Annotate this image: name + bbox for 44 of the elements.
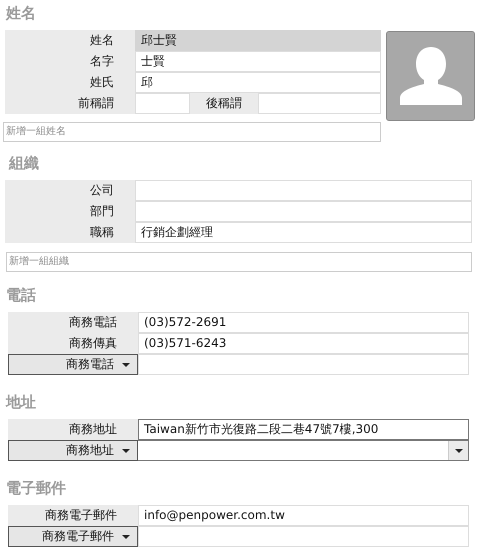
type-dropdown[interactable]: 商務地址 [8,440,138,461]
text-field[interactable] [135,201,472,222]
field-label: 職稱 [5,222,135,243]
section-title: 電話 [6,285,37,306]
text-field[interactable] [138,354,469,375]
add-field[interactable]: 新增一組姓名 [3,122,381,142]
text-field[interactable]: 士賢 [135,51,381,72]
text-field[interactable] [135,93,190,114]
field-label: 前稱謂 [5,93,135,114]
caret-icon [122,534,130,538]
add-field[interactable]: 新增一組組織 [6,252,472,272]
section-title: 姓名 [4,3,37,24]
text-field[interactable] [135,180,472,201]
field-label: 商務地址 [8,419,138,440]
field-label: 姓氏 [5,72,135,93]
section-title: 組織 [8,153,40,174]
caret-icon [122,448,130,452]
combo-field[interactable] [138,440,469,461]
field-label: 商務傳真 [8,333,138,354]
field-label: 姓名 [5,30,135,51]
field-label: 公司 [5,180,135,201]
photo-placeholder[interactable] [386,31,475,121]
person-silhouette-icon [400,47,462,105]
text-field[interactable]: Taiwan新竹市光復路二段二巷47號7樓,300 [138,419,469,440]
text-field[interactable] [258,93,381,114]
text-field[interactable]: (03)571-6243 [138,333,469,354]
field-label: 後稱謂 [190,93,258,114]
text-field[interactable]: (03)572-2691 [138,312,469,333]
field-label: 名字 [5,51,135,72]
text-field[interactable]: 行銷企劃經理 [135,222,472,243]
field-label: 部門 [5,201,135,222]
type-dropdown[interactable]: 商務電話 [8,354,138,375]
field-label: 商務電話 [8,312,138,333]
section-title: 電子郵件 [6,478,67,499]
text-field[interactable]: info@penpower.com.tw [138,505,469,526]
full-name-value: 邱士賢 [135,30,381,51]
section-title: 地址 [6,392,37,413]
field-label: 商務電子郵件 [8,505,138,526]
caret-icon [454,448,462,452]
dropdown-button[interactable] [448,441,468,460]
text-field[interactable]: 邱 [135,72,381,93]
type-dropdown[interactable]: 商務電子郵件 [8,526,138,547]
text-field[interactable] [138,526,469,547]
caret-icon [122,362,130,366]
